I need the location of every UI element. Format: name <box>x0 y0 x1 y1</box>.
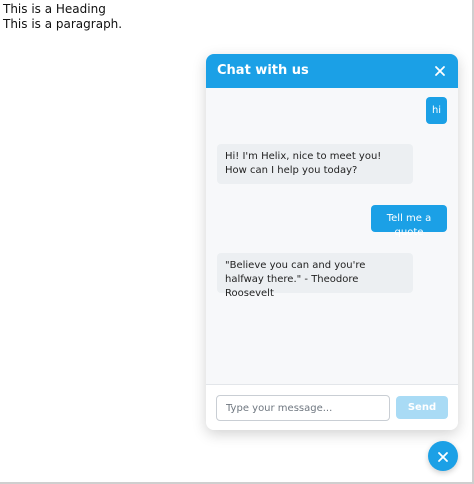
close-icon <box>436 449 450 463</box>
chat-launcher-button[interactable] <box>428 441 458 471</box>
chat-widget: Chat with us hi Hi! I'm Helix, nice to m… <box>206 54 458 430</box>
bot-message: Hi! I'm Helix, nice to meet you! How can… <box>217 144 413 184</box>
send-button[interactable]: Send <box>396 396 448 419</box>
user-message: hi <box>426 97 447 124</box>
user-message: Tell me a quote <box>371 205 447 238</box>
page-heading: This is a Heading <box>3 2 106 16</box>
page-paragraph: This is a paragraph. <box>3 17 123 31</box>
chat-header: Chat with us <box>206 54 458 88</box>
close-icon[interactable] <box>432 63 448 79</box>
bot-message: "Believe you can and you're halfway ther… <box>217 253 413 299</box>
chat-title: Chat with us <box>217 63 309 78</box>
message-input[interactable] <box>216 395 390 421</box>
chat-footer: Send <box>206 384 458 430</box>
